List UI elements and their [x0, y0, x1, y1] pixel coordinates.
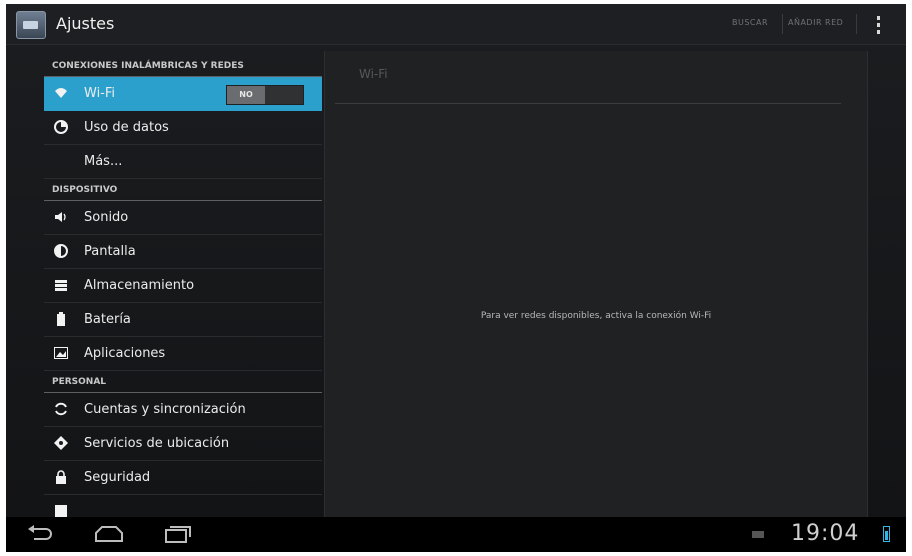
content-area: CONEXIONES INALÁMBRICAS Y REDES Wi-Fi NO… [6, 45, 906, 517]
display-icon [54, 244, 68, 258]
settings-item-data-usage[interactable]: Uso de datos [44, 111, 322, 145]
settings-item-label: Batería [84, 312, 131, 327]
settings-item-security[interactable]: Seguridad [44, 461, 322, 495]
action-bar: Ajustes BUSCAR AÑADIR RED [6, 4, 906, 45]
action-divider [782, 14, 783, 34]
battery-status-icon[interactable] [883, 526, 890, 542]
action-divider [856, 14, 857, 34]
settings-item-label: Uso de datos [84, 120, 169, 135]
add-network-button[interactable]: AÑADIR RED [788, 18, 843, 27]
settings-item-wifi[interactable]: Wi-Fi NO [44, 77, 322, 111]
section-header-wireless: CONEXIONES INALÁMBRICAS Y REDES [44, 51, 322, 77]
toggle-state: NO [227, 86, 265, 104]
settings-item-label: Sonido [84, 210, 129, 225]
wifi-icon [54, 86, 68, 100]
recent-apps-icon[interactable] [162, 525, 192, 543]
settings-item-display[interactable]: Pantalla [44, 235, 322, 269]
settings-item-label: Más... [84, 154, 123, 169]
settings-item-label: Cuentas y sincronización [84, 402, 246, 417]
screen: Ajustes BUSCAR AÑADIR RED CONEXIONES INA… [6, 4, 906, 552]
settings-item-storage[interactable]: Almacenamiento [44, 269, 322, 303]
settings-item-partial[interactable] [44, 495, 322, 517]
settings-item-sound[interactable]: Sonido [44, 201, 322, 235]
settings-item-more[interactable]: Más... [44, 145, 322, 179]
settings-item-location[interactable]: Servicios de ubicación [44, 427, 322, 461]
section-header-personal: PERSONAL [44, 371, 322, 393]
page-title: Ajustes [56, 14, 115, 33]
detail-title: Wi-Fi [359, 67, 388, 81]
system-nav-bar: 19:04 [6, 517, 906, 552]
back-icon[interactable] [26, 525, 54, 543]
settings-item-accounts-sync[interactable]: Cuentas y sincronización [44, 393, 322, 427]
empty-state-message: Para ver redes disponibles, activa la co… [480, 311, 712, 321]
settings-list: CONEXIONES INALÁMBRICAS Y REDES Wi-Fi NO… [44, 51, 322, 517]
detail-pane: Wi-Fi Para ver redes disponibles, activa… [324, 51, 868, 517]
language-icon [54, 504, 68, 517]
settings-app-icon[interactable] [16, 11, 46, 39]
notification-icon[interactable] [752, 531, 764, 538]
home-icon[interactable] [92, 525, 126, 543]
battery-icon [54, 312, 68, 326]
detail-divider [335, 103, 841, 104]
location-icon [54, 436, 68, 450]
settings-item-label: Wi-Fi [84, 86, 116, 101]
apps-icon [54, 346, 68, 360]
settings-item-label: Seguridad [84, 470, 151, 485]
settings-item-apps[interactable]: Aplicaciones [44, 337, 322, 371]
settings-item-battery[interactable]: Batería [44, 303, 322, 337]
section-header-device: DISPOSITIVO [44, 179, 322, 201]
clock[interactable]: 19:04 [791, 521, 859, 546]
wifi-toggle[interactable]: NO [226, 85, 304, 105]
data-usage-icon [54, 120, 68, 134]
volume-icon [54, 210, 68, 224]
search-button[interactable]: BUSCAR [732, 18, 768, 27]
storage-icon [54, 278, 68, 292]
settings-item-label: Almacenamiento [84, 278, 195, 293]
settings-item-label: Servicios de ubicación [84, 436, 230, 451]
overflow-menu-icon[interactable] [874, 16, 882, 34]
sync-icon [54, 402, 68, 416]
settings-item-label: Pantalla [84, 244, 136, 259]
lock-icon [54, 470, 68, 484]
settings-item-label: Aplicaciones [84, 346, 166, 361]
